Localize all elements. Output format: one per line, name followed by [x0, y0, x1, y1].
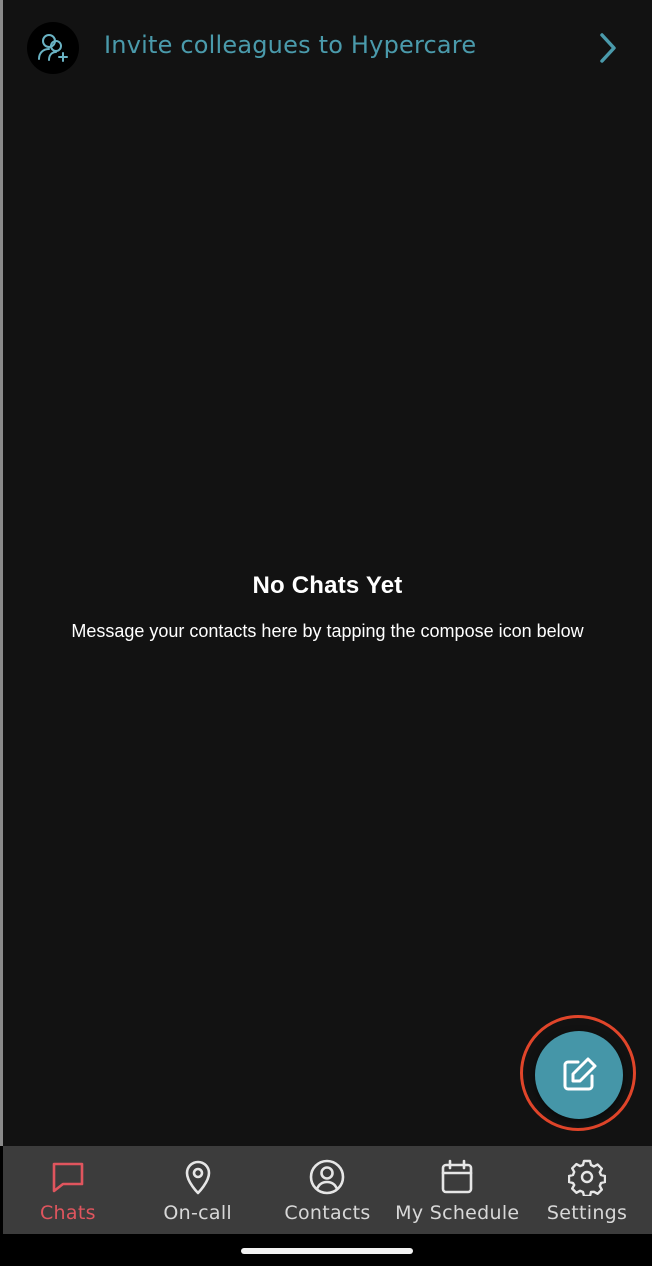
- invite-banner-label: Invite colleagues to Hypercare: [104, 31, 477, 59]
- tab-chats[interactable]: Chats: [3, 1146, 133, 1234]
- tab-label: On-call: [163, 1202, 232, 1224]
- add-user-icon: [38, 34, 68, 62]
- chevron-right-icon: [600, 33, 616, 63]
- compose-icon: [563, 1057, 597, 1091]
- tab-on-call[interactable]: On-call: [133, 1146, 263, 1234]
- bottom-tab-bar: Chats On-call Contacts My Schedule Setti…: [3, 1146, 652, 1234]
- invite-avatar: [27, 22, 79, 74]
- tab-settings[interactable]: Settings: [522, 1146, 652, 1234]
- empty-state: No Chats Yet Message your contacts here …: [3, 572, 652, 642]
- chats-screen: Invite colleagues to Hypercare No Chats …: [3, 0, 652, 1146]
- location-pin-icon: [185, 1160, 210, 1195]
- tab-label: Settings: [546, 1202, 628, 1224]
- tab-label: Contacts: [284, 1202, 371, 1224]
- empty-state-title: No Chats Yet: [252, 572, 403, 599]
- user-circle-icon: [310, 1159, 345, 1195]
- tab-label: My Schedule: [395, 1202, 520, 1224]
- tab-contacts[interactable]: Contacts: [263, 1146, 393, 1234]
- invite-banner[interactable]: Invite colleagues to Hypercare: [3, 0, 652, 96]
- empty-state-message: Message your contacts here by tapping th…: [71, 621, 584, 641]
- home-indicator[interactable]: [241, 1248, 413, 1254]
- tab-label: Chats: [39, 1202, 96, 1224]
- chat-bubble-icon: [52, 1162, 84, 1193]
- gear-icon: [568, 1159, 607, 1196]
- tab-my-schedule[interactable]: My Schedule: [392, 1146, 522, 1234]
- compose-button[interactable]: [535, 1031, 623, 1119]
- calendar-icon: [441, 1159, 473, 1194]
